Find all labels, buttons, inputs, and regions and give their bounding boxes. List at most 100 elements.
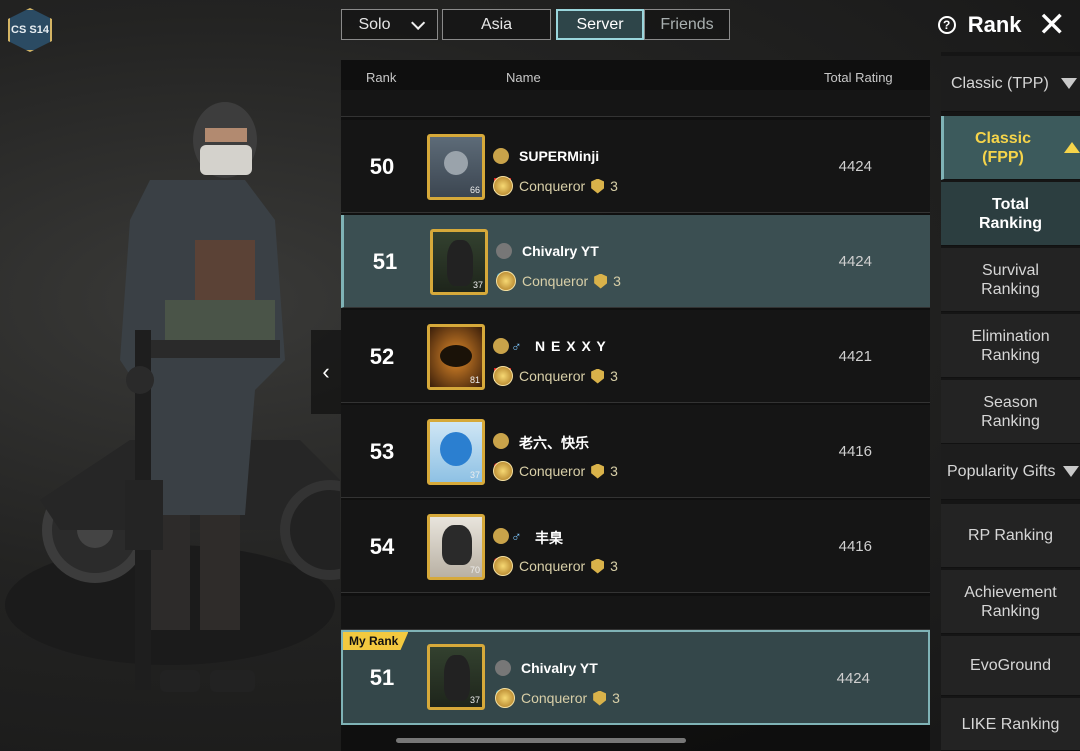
sidebar-item-evoground[interactable]: EvoGround [941,636,1080,696]
player-name: 丰臬 [535,530,563,546]
player-name: SUPERMinji [519,148,600,164]
row-rating: 4424 [838,158,872,175]
player-avatar[interactable]: 70 [427,514,485,580]
title-badge-icon [493,433,509,449]
tier-stars: 3 [612,690,620,706]
triangle-down-icon [1060,78,1077,89]
conqueror-crest-icon [493,366,513,386]
table-row[interactable]: 53 37 老六、快乐 Conqueror 3 4416 [341,405,930,498]
conqueror-crest-icon [493,176,513,196]
player-avatar[interactable]: 81 [427,324,485,390]
player-level: 37 [469,695,480,705]
row-rank: 53 [369,438,395,464]
tier-name: Conqueror [522,273,589,289]
row-rank: 52 [369,343,395,369]
sidebar-item-season-ranking[interactable]: Season Ranking [941,380,1080,444]
mode-dropdown[interactable]: Solo [341,9,438,40]
table-row-partial [341,90,930,117]
table-row-self[interactable]: 51 37 Chivalry YT Conqueror 3 4424 [341,215,930,308]
tier-info: Conqueror 3 [496,271,621,291]
sidebar-item-label: RP Ranking [967,527,1054,544]
tier-stars: 3 [610,463,618,479]
chevron-down-icon [410,15,425,30]
row-rank: 51 [372,248,398,274]
conqueror-crest-icon [493,556,513,576]
player-name: 老六、快乐 [519,435,589,451]
close-icon[interactable]: ✕ [1038,8,1067,42]
row-rank: 54 [369,533,395,559]
table-row[interactable]: 52 81 ♂ N E X X Y Conqueror 3 4421 [341,310,930,403]
sidebar-item-total-ranking[interactable]: Total Ranking [941,182,1080,246]
shield-icon [591,558,605,574]
row-rating: 4421 [838,348,872,365]
row-rating: 4424 [838,253,872,270]
player-name: Chivalry YT [522,243,599,259]
conqueror-crest-icon [493,461,513,481]
row-rating: 4416 [838,443,872,460]
title-badge-icon [493,528,509,544]
table-row-partial [341,596,930,630]
conqueror-crest-icon [496,271,516,291]
title-badge-icon [493,148,509,164]
player-avatar[interactable]: 37 [427,419,485,485]
sidebar-item-label: Season Ranking [981,393,1040,430]
mode-dropdown-label: Solo [358,15,391,33]
row-rank: 50 [369,153,395,179]
shield-icon [591,463,605,479]
category-label: Classic (FPP) [974,129,1032,166]
tier-stars: 3 [610,558,618,574]
table-row[interactable]: 54 70 ♂ 丰臬 Conqueror 3 4416 [341,500,930,593]
my-rank-row[interactable]: My Rank 51 37 Chivalry YT Conqueror 3 44… [341,630,930,725]
gender-male-icon: ♂ [511,528,522,544]
sidebar-item-label: Achievement Ranking [964,583,1057,620]
sidebar-item-like-ranking[interactable]: LIKE Ranking [941,698,1080,751]
player-level: 81 [469,375,480,385]
tier-stars: 3 [610,368,618,384]
player-level: 70 [469,565,480,575]
player-name: N E X X Y [535,338,607,354]
category-popularity-gifts[interactable]: Popularity Gifts [941,444,1080,500]
tier-info: Conqueror 3 [493,461,618,481]
column-header-rating: Total Rating [824,70,893,85]
tier-stars: 3 [610,178,618,194]
sidebar-item-elimination-ranking[interactable]: Elimination Ranking [941,314,1080,378]
filter-tabs: Solo Asia Server Friends [341,9,730,40]
title-badge-icon [493,338,509,354]
tab-region[interactable]: Asia [442,9,551,40]
tier-name: Conqueror [521,690,588,706]
sidebar-item-label: Elimination Ranking [971,327,1050,364]
column-header-rank: Rank [366,70,397,85]
category-classic-fpp[interactable]: Classic (FPP) [941,116,1080,180]
sidebar-item-achievement-ranking[interactable]: Achievement Ranking [941,570,1080,634]
my-rank-rating: 4424 [836,670,870,687]
category-label: Popularity Gifts [947,463,1056,480]
sidebar-item-label: Total Ranking [978,195,1043,232]
player-avatar[interactable]: 37 [430,229,488,295]
page-title: Rank [967,12,1022,37]
sidebar-item-survival-ranking[interactable]: Survival Ranking [941,248,1080,312]
collapse-panel-button[interactable]: ‹ [311,330,341,414]
row-rating: 4416 [838,538,872,555]
scrollbar[interactable] [396,738,686,743]
category-classic-tpp[interactable]: Classic (TPP) [941,56,1080,112]
my-rank-number: 51 [369,664,395,690]
player-level: 37 [472,280,483,290]
player-avatar[interactable]: 37 [427,644,485,710]
table-row[interactable]: 50 66 SUPERMinji Conqueror 3 4424 [341,120,930,213]
tier-stars: 3 [613,273,621,289]
tab-friends[interactable]: Friends [644,9,730,40]
column-header-name: Name [506,70,541,85]
player-level: 37 [469,470,480,480]
tier-info: Conqueror 3 [495,688,620,708]
sidebar-item-rp-ranking[interactable]: RP Ranking [941,504,1080,568]
tier-name: Conqueror [519,463,586,479]
sidebar-item-label: EvoGround [970,657,1051,674]
category-label: Classic (TPP) [951,75,1049,92]
title-badge-icon [495,660,511,676]
help-icon[interactable]: ? [937,16,956,34]
tier-info: Conqueror 3 [493,556,618,576]
tier-name: Conqueror [519,178,586,194]
player-avatar[interactable]: 66 [427,134,485,200]
shield-icon [591,178,605,194]
tab-server[interactable]: Server [556,9,644,40]
